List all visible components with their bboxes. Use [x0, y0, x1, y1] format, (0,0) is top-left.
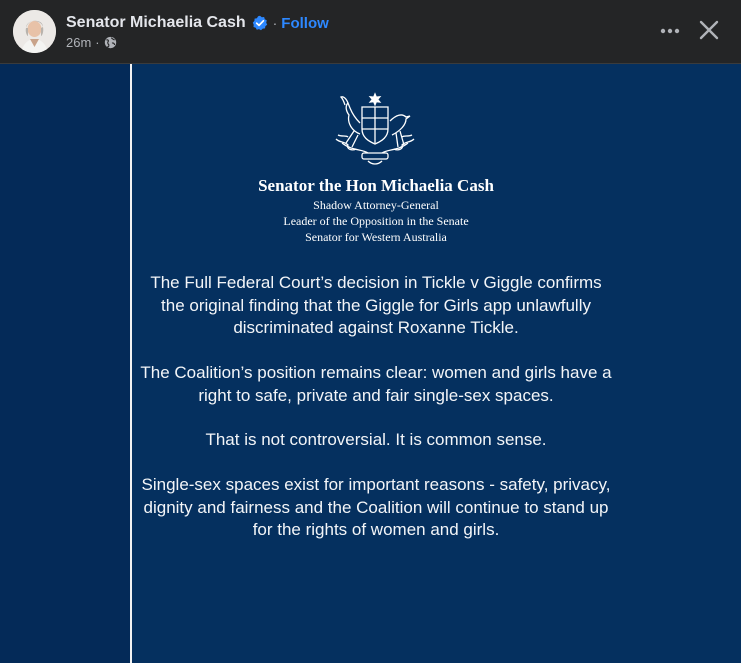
statement-paragraph: That is not controversial. It is common … — [205, 430, 547, 449]
statement-paragraph: The Full Federal Court’s decision in Tic… — [150, 273, 602, 337]
name-separator: · — [272, 15, 278, 31]
globe-icon — [104, 36, 116, 49]
post-header: Senator Michaelia Cash · Follow 26m · — [0, 0, 741, 64]
image-margin-left — [0, 64, 130, 663]
follow-button[interactable]: Follow — [281, 15, 329, 32]
coat-of-arms-icon — [335, 92, 415, 165]
close-icon[interactable] — [697, 18, 721, 42]
statement-paragraph: Single-sex spaces exist for important re… — [141, 475, 611, 539]
more-options-icon[interactable] — [656, 17, 684, 45]
letterhead-title: Shadow Attorney-General — [313, 198, 439, 212]
letterhead-name: Senator the Hon Michaelia Cash — [258, 176, 494, 195]
author-name[interactable]: Senator Michaelia Cash — [66, 14, 246, 32]
letterhead-role: Leader of the Opposition in the Senate — [283, 214, 469, 228]
avatar[interactable] — [13, 10, 56, 53]
verified-badge-icon — [252, 15, 267, 31]
post-timestamp[interactable]: 26m — [66, 35, 91, 50]
statement-paragraph: The Coalition’s position remains clear: … — [140, 363, 612, 405]
meta-separator: · — [95, 35, 100, 50]
letterhead-electorate: Senator for Western Australia — [305, 230, 447, 244]
